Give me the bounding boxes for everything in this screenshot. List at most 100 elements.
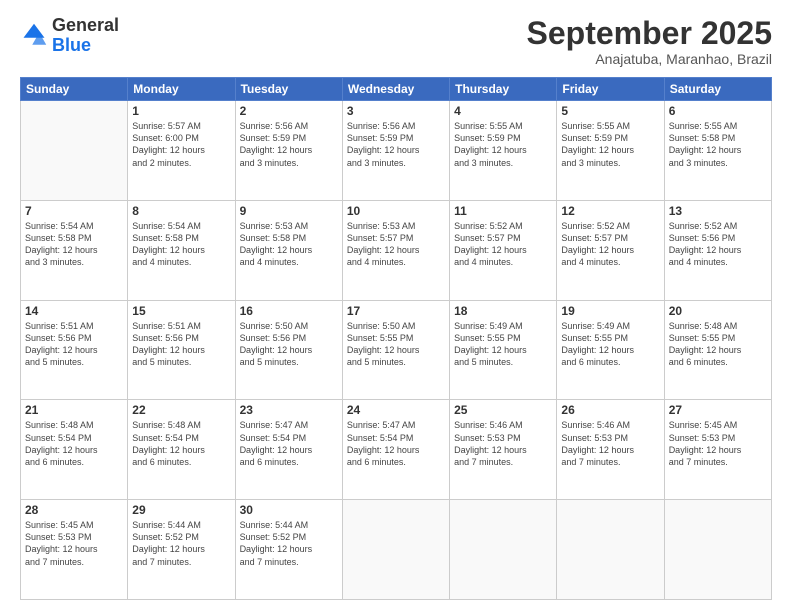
calendar-cell: 13Sunrise: 5:52 AM Sunset: 5:56 PM Dayli…: [664, 200, 771, 300]
day-number: 26: [561, 403, 659, 417]
calendar-cell: 6 Sunrise: 5:55 AM Sunset: 5:58 PM Daylig…: [664, 101, 771, 201]
cell-daylight-info: Sunrise: 5:52 AM Sunset: 5:56 PM Dayligh…: [669, 220, 767, 269]
cell-daylight-info: Sunrise: 5:46 AM Sunset: 5:53 PM Dayligh…: [454, 419, 552, 468]
cell-daylight-info: Sunrise: 5:48 AM Sunset: 5:55 PM Dayligh…: [669, 320, 767, 369]
cell-daylight-info: Sunrise: 5:48 AM Sunset: 5:54 PM Dayligh…: [25, 419, 123, 468]
calendar-cell: 8Sunrise: 5:54 AM Sunset: 5:58 PM Daylig…: [128, 200, 235, 300]
day-number: 12: [561, 204, 659, 218]
day-number: 3: [347, 104, 445, 118]
day-number: 9: [240, 204, 338, 218]
day-number: 15: [132, 304, 230, 318]
col-thursday: Thursday: [450, 78, 557, 101]
cell-daylight-info: Sunrise: 5:55 AM Sunset: 5:58 PM Dayligh…: [669, 120, 767, 169]
calendar-cell: 10 Sunrise: 5:53 AM Sunset: 5:57 PM Dayli…: [342, 200, 449, 300]
calendar-body: 1 Sunrise: 5:57 AM Sunset: 6:00 PM Daylig…: [21, 101, 772, 600]
calendar-cell: 11 Sunrise: 5:52 AM Sunset: 5:57 PM Dayli…: [450, 200, 557, 300]
cell-daylight-info: Sunrise: 5:45 AM Sunset: 5:53 PM Dayligh…: [669, 419, 767, 468]
calendar-cell: 15 Sunrise: 5:51 AM Sunset: 5:56 PM Dayli…: [128, 300, 235, 400]
cell-daylight-info: Sunrise: 5:49 AM Sunset: 5:55 PM Dayligh…: [561, 320, 659, 369]
calendar-cell: [21, 101, 128, 201]
col-friday: Friday: [557, 78, 664, 101]
calendar-cell: 26 Sunrise: 5:46 AM Sunset: 5:53 PM Dayli…: [557, 400, 664, 500]
calendar-cell: 29 Sunrise: 5:44 AM Sunset: 5:52 PM Dayli…: [128, 500, 235, 600]
calendar-cell: 27 Sunrise: 5:45 AM Sunset: 5:53 PM Dayli…: [664, 400, 771, 500]
calendar-cell: 9 Sunrise: 5:53 AM Sunset: 5:58 PM Daylig…: [235, 200, 342, 300]
logo: General Blue: [20, 16, 119, 56]
day-number: 7: [25, 204, 123, 218]
calendar-cell: 14 Sunrise: 5:51 AM Sunset: 5:56 PM Dayli…: [21, 300, 128, 400]
cell-daylight-info: Sunrise: 5:50 AM Sunset: 5:55 PM Dayligh…: [347, 320, 445, 369]
calendar-header-row: Sunday Monday Tuesday Wednesday Thursday…: [21, 78, 772, 101]
calendar-cell: 22 Sunrise: 5:48 AM Sunset: 5:54 PM Dayli…: [128, 400, 235, 500]
cell-daylight-info: Sunrise: 5:54 AM Sunset: 5:58 PM Dayligh…: [25, 220, 123, 269]
day-number: 25: [454, 403, 552, 417]
cell-daylight-info: Sunrise: 5:57 AM Sunset: 6:00 PM Dayligh…: [132, 120, 230, 169]
cell-daylight-info: Sunrise: 5:44 AM Sunset: 5:52 PM Dayligh…: [132, 519, 230, 568]
cell-daylight-info: Sunrise: 5:44 AM Sunset: 5:52 PM Dayligh…: [240, 519, 338, 568]
logo-text-general: General: [52, 16, 119, 36]
calendar-cell: 25 Sunrise: 5:46 AM Sunset: 5:53 PM Dayli…: [450, 400, 557, 500]
cell-daylight-info: Sunrise: 5:52 AM Sunset: 5:57 PM Dayligh…: [454, 220, 552, 269]
day-number: 17: [347, 304, 445, 318]
day-number: 29: [132, 503, 230, 517]
col-tuesday: Tuesday: [235, 78, 342, 101]
header: General Blue September 2025 Anajatuba, M…: [20, 16, 772, 67]
calendar-cell: 12 Sunrise: 5:52 AM Sunset: 5:57 PM Dayli…: [557, 200, 664, 300]
cell-daylight-info: Sunrise: 5:53 AM Sunset: 5:58 PM Dayligh…: [240, 220, 338, 269]
cell-daylight-info: Sunrise: 5:51 AM Sunset: 5:56 PM Dayligh…: [132, 320, 230, 369]
day-number: 5: [561, 104, 659, 118]
calendar-cell: [450, 500, 557, 600]
calendar-cell: 5 Sunrise: 5:55 AM Sunset: 5:59 PM Daylig…: [557, 101, 664, 201]
day-number: 27: [669, 403, 767, 417]
cell-daylight-info: Sunrise: 5:56 AM Sunset: 5:59 PM Dayligh…: [347, 120, 445, 169]
calendar-cell: 20Sunrise: 5:48 AM Sunset: 5:55 PM Dayli…: [664, 300, 771, 400]
day-number: 6: [669, 104, 767, 118]
calendar-table: Sunday Monday Tuesday Wednesday Thursday…: [20, 77, 772, 600]
calendar-cell: 3 Sunrise: 5:56 AM Sunset: 5:59 PM Daylig…: [342, 101, 449, 201]
day-number: 1: [132, 104, 230, 118]
cell-daylight-info: Sunrise: 5:47 AM Sunset: 5:54 PM Dayligh…: [240, 419, 338, 468]
calendar-week-1: 1 Sunrise: 5:57 AM Sunset: 6:00 PM Daylig…: [21, 101, 772, 201]
day-number: 24: [347, 403, 445, 417]
day-number: 23: [240, 403, 338, 417]
cell-daylight-info: Sunrise: 5:52 AM Sunset: 5:57 PM Dayligh…: [561, 220, 659, 269]
col-saturday: Saturday: [664, 78, 771, 101]
cell-daylight-info: Sunrise: 5:51 AM Sunset: 5:56 PM Dayligh…: [25, 320, 123, 369]
calendar-cell: 28 Sunrise: 5:45 AM Sunset: 5:53 PM Dayli…: [21, 500, 128, 600]
cell-daylight-info: Sunrise: 5:55 AM Sunset: 5:59 PM Dayligh…: [454, 120, 552, 169]
day-number: 14: [25, 304, 123, 318]
calendar-cell: 18Sunrise: 5:49 AM Sunset: 5:55 PM Dayli…: [450, 300, 557, 400]
cell-daylight-info: Sunrise: 5:56 AM Sunset: 5:59 PM Dayligh…: [240, 120, 338, 169]
location-subtitle: Anajatuba, Maranhao, Brazil: [527, 51, 772, 67]
calendar-cell: 30 Sunrise: 5:44 AM Sunset: 5:52 PM Dayli…: [235, 500, 342, 600]
month-title: September 2025: [527, 16, 772, 51]
day-number: 4: [454, 104, 552, 118]
calendar-week-3: 14 Sunrise: 5:51 AM Sunset: 5:56 PM Dayli…: [21, 300, 772, 400]
day-number: 19: [561, 304, 659, 318]
calendar-cell: 1 Sunrise: 5:57 AM Sunset: 6:00 PM Daylig…: [128, 101, 235, 201]
cell-daylight-info: Sunrise: 5:47 AM Sunset: 5:54 PM Dayligh…: [347, 419, 445, 468]
cell-daylight-info: Sunrise: 5:50 AM Sunset: 5:56 PM Dayligh…: [240, 320, 338, 369]
day-number: 30: [240, 503, 338, 517]
calendar-cell: [664, 500, 771, 600]
day-number: 28: [25, 503, 123, 517]
col-wednesday: Wednesday: [342, 78, 449, 101]
calendar-week-4: 21 Sunrise: 5:48 AM Sunset: 5:54 PM Dayli…: [21, 400, 772, 500]
logo-text-blue: Blue: [52, 36, 119, 56]
day-number: 22: [132, 403, 230, 417]
cell-daylight-info: Sunrise: 5:46 AM Sunset: 5:53 PM Dayligh…: [561, 419, 659, 468]
cell-daylight-info: Sunrise: 5:55 AM Sunset: 5:59 PM Dayligh…: [561, 120, 659, 169]
calendar-cell: 21 Sunrise: 5:48 AM Sunset: 5:54 PM Dayli…: [21, 400, 128, 500]
calendar-week-2: 7 Sunrise: 5:54 AM Sunset: 5:58 PM Daylig…: [21, 200, 772, 300]
title-block: September 2025 Anajatuba, Maranhao, Braz…: [527, 16, 772, 67]
cell-daylight-info: Sunrise: 5:48 AM Sunset: 5:54 PM Dayligh…: [132, 419, 230, 468]
cell-daylight-info: Sunrise: 5:53 AM Sunset: 5:57 PM Dayligh…: [347, 220, 445, 269]
day-number: 10: [347, 204, 445, 218]
day-number: 16: [240, 304, 338, 318]
calendar-cell: 7 Sunrise: 5:54 AM Sunset: 5:58 PM Daylig…: [21, 200, 128, 300]
calendar-cell: 19 Sunrise: 5:49 AM Sunset: 5:55 PM Dayli…: [557, 300, 664, 400]
day-number: 11: [454, 204, 552, 218]
day-number: 21: [25, 403, 123, 417]
cell-daylight-info: Sunrise: 5:45 AM Sunset: 5:53 PM Dayligh…: [25, 519, 123, 568]
calendar-cell: 24 Sunrise: 5:47 AM Sunset: 5:54 PM Dayli…: [342, 400, 449, 500]
